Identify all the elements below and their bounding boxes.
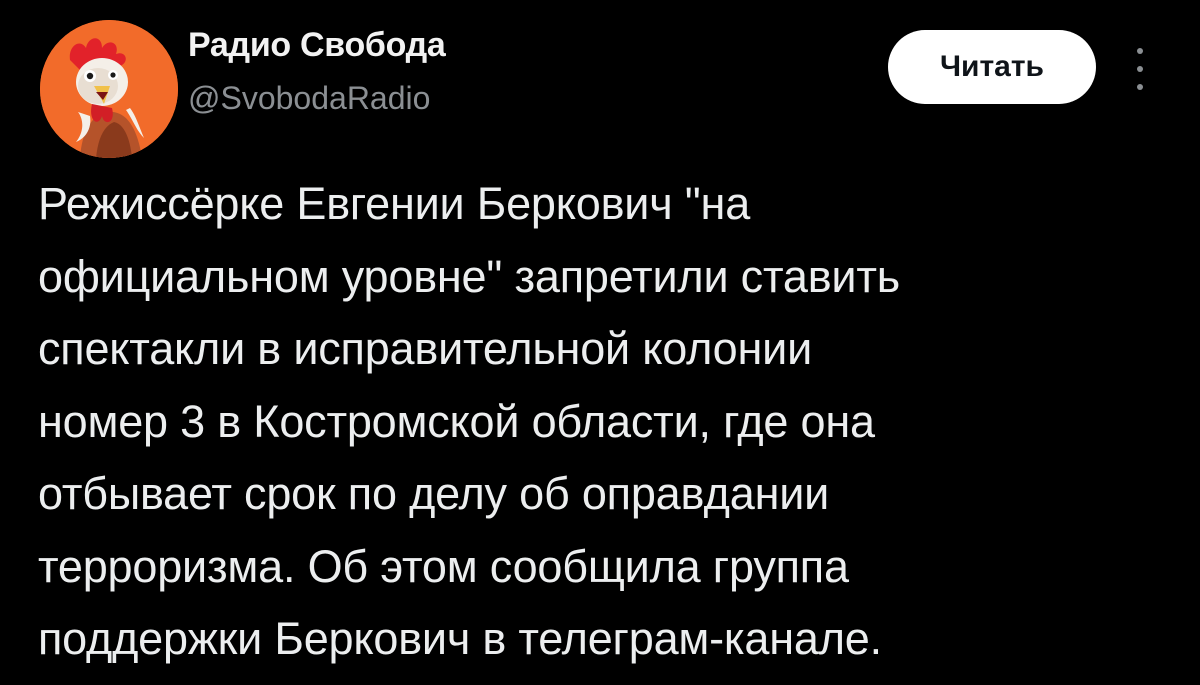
author-handle[interactable]: @SvobodaRadio: [188, 80, 430, 117]
post-text: Режиссёрке Евгении Беркович "на официаль…: [38, 178, 901, 664]
avatar[interactable]: [40, 20, 178, 158]
more-dot: [1137, 48, 1143, 54]
rooster-avatar-icon: [40, 20, 178, 158]
follow-button[interactable]: Читать: [888, 30, 1096, 104]
more-vertical-icon[interactable]: [1128, 48, 1152, 90]
more-dot: [1137, 84, 1143, 90]
author-name[interactable]: Радио Свобода: [188, 26, 446, 65]
more-dot: [1137, 66, 1143, 72]
post-card: Радио Свобода @SvobodaRadio Читать Режис…: [0, 0, 1200, 685]
